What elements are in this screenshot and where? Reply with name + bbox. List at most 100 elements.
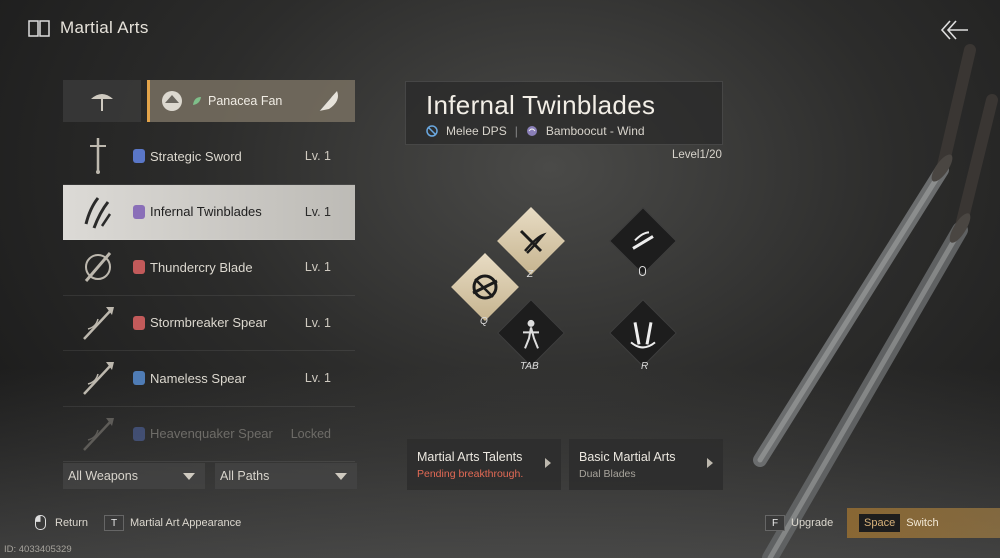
weapon-icon-wrap [63,245,133,289]
weapon-row[interactable]: Nameless Spear Lv. 1 [63,351,355,407]
weapon-level: Lv. 1 [304,315,331,330]
wind-path-icon [526,126,537,136]
panacea-row: Panacea Fan [63,80,355,122]
weapon-row[interactable]: Infernal Twinblades Lv. 1 [63,184,355,240]
fan-emblem-icon [162,91,182,111]
talents-status: Pending breakthrough. [417,468,524,480]
weapon-row[interactable]: Heavenquaker Spear Locked [63,407,355,462]
chevron-right-icon [545,458,551,468]
chevron-down-icon [335,472,347,480]
crossed-blades-icon [630,322,656,349]
weapon-row[interactable]: Strategic Sword Lv. 1 [63,129,355,185]
weapons-filter-dropdown[interactable]: All Weapons [63,463,205,489]
path-badge-icon [133,204,145,219]
user-id: ID: 4033405329 [4,544,72,555]
parasol-icon [91,94,113,111]
weapon-icon-wrap [63,134,133,178]
role-label: Melee DPS [446,124,507,138]
weapon-tags: Melee DPS | Bamboocut - Wind [426,124,702,138]
panacea-fan-label: Panacea Fan [208,94,283,108]
paths-filter-label: All Paths [220,469,270,483]
weapon-icon-wrap [63,190,133,234]
weapon-name: Strategic Sword [150,148,242,164]
appearance-label: Martial Art Appearance [130,517,242,529]
spear-icon [83,362,114,396]
skill-z[interactable] [497,207,565,275]
path-badge-icon [133,149,145,164]
mouse-right-icon [35,515,46,530]
leaf-icon [193,97,201,105]
spear-icon [83,417,114,451]
weapon-name: Heavenquaker Spear [150,426,273,442]
weapon-icon-wrap [63,356,133,400]
path-badge-icon [133,426,145,441]
category-tile[interactable] [63,80,141,122]
page-title: Martial Arts [60,18,149,37]
back-arrow-icon[interactable] [938,18,970,42]
filter-bar: All Weapons All Paths [63,463,357,489]
basic-title: Basic Martial Arts [579,450,676,464]
weapon-title: Infernal Twinblades [426,90,656,120]
path-label: Bamboocut - Wind [545,124,645,138]
upgrade-hint[interactable]: F Upgrade [765,515,833,531]
weapon-name: Nameless Spear [150,370,247,386]
paths-filter-dropdown[interactable]: All Paths [215,463,357,489]
weapon-icon-wrap [63,412,133,456]
basic-martial-arts-card[interactable]: Basic Martial Arts Dual Blades [569,439,723,490]
weapon-row[interactable]: Thundercry Blade Lv. 1 [63,240,355,296]
spear-icon [83,306,114,340]
book-icon [28,19,50,37]
skill-r[interactable] [609,299,677,367]
dual-slash-icon [519,229,547,254]
level-indicator: Level1/20 [672,149,722,161]
weapon-name: Stormbreaker Spear [150,315,268,331]
weapon-info-panel: Infernal Twinblades Melee DPS | Bamboocu… [405,81,723,145]
weapon-row[interactable]: Stormbreaker Spear Lv. 1 [63,296,355,351]
weapon-level: Locked [290,426,331,441]
switch-label: Switch [906,517,939,529]
slash-skill-icon [472,274,498,300]
return-hint[interactable]: Return [35,515,88,530]
twinblades-icon [84,196,112,229]
martial-arts-talents-card[interactable]: Martial Arts Talents Pending breakthroug… [407,439,561,490]
blade-icon [84,252,112,283]
dps-role-icon [426,125,438,137]
header: Martial Arts [28,18,149,38]
weapons-filter-label: All Weapons [68,469,138,483]
fan-icon [318,91,338,112]
return-label: Return [55,516,89,529]
weapon-level: Lv. 1 [304,204,331,219]
weapon-list: Strategic Sword Lv. 1 Infernal Twinblades L… [63,129,355,462]
path-badge-icon [133,260,145,275]
key-t: T [104,515,124,531]
mouse-icon [639,266,646,276]
chevron-right-icon [707,458,713,468]
key-space: Space [859,514,901,532]
weapon-level: Lv. 1 [304,371,331,386]
weapon-level: Lv. 1 [304,149,331,164]
sword-icon [90,138,106,175]
skill-z-key: Z [527,269,534,280]
blade-strike-icon [632,231,654,250]
twinblades-artwork [753,44,998,558]
weapon-name: Infernal Twinblades [150,204,262,220]
skill-q-key: Q [480,316,488,327]
warrior-stance-icon [523,319,539,349]
skill-tab-key: TAB [520,361,539,372]
chevron-down-icon [183,472,195,480]
switch-button[interactable]: Space Switch [847,508,1000,538]
weapon-name: Thundercry Blade [150,259,253,275]
skill-r-key: R [641,361,649,372]
talents-title: Martial Arts Talents [417,450,523,464]
upgrade-label: Upgrade [791,517,834,529]
tag-separator: | [514,124,518,138]
key-f: F [765,515,785,531]
path-badge-icon [133,315,145,330]
path-badge-icon [133,371,145,386]
weapon-level: Lv. 1 [304,260,331,275]
weapon-icon-wrap [63,301,133,345]
panacea-fan-tab[interactable]: Panacea Fan [147,80,355,122]
appearance-hint[interactable]: T Martial Art Appearance [104,515,241,531]
basic-subtitle: Dual Blades [579,468,636,480]
skill-e[interactable] [609,207,677,275]
